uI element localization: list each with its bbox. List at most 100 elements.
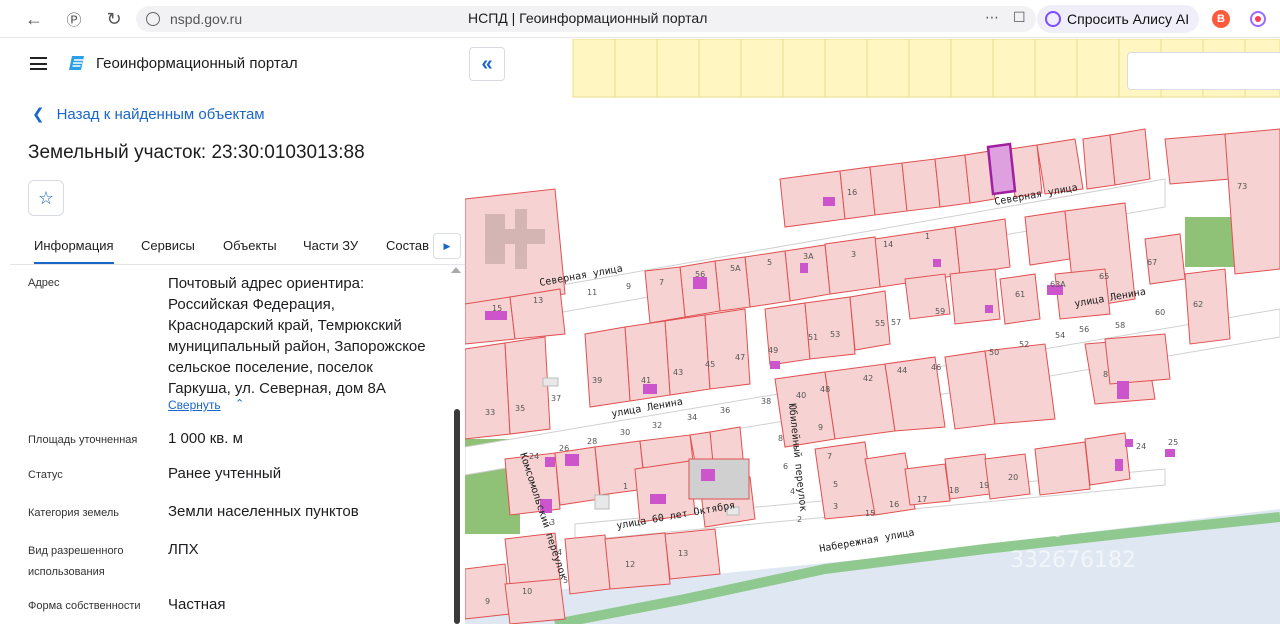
star-icon: ☆ [37, 187, 55, 208]
ask-alice-label: Спросить Алису AI [1067, 11, 1190, 27]
hamburger-menu-icon[interactable] [30, 57, 47, 70]
svg-text:57: 57 [891, 318, 901, 327]
svg-text:17: 17 [917, 495, 927, 504]
watermark-text: ЦИАН [945, 501, 1063, 547]
svg-text:65: 65 [1099, 272, 1109, 281]
svg-text:4: 4 [790, 487, 795, 496]
svg-text:37: 37 [551, 394, 561, 403]
gray-parcel [688, 458, 750, 500]
address-line: муниципальный район, Запорожское [168, 338, 426, 355]
svg-text:18: 18 [949, 486, 959, 495]
ask-alice-button[interactable]: Спросить Алису AI [1037, 5, 1200, 33]
tab-parts[interactable]: Части ЗУ [303, 238, 358, 253]
street-naberezhnaya: Набережная улица [818, 526, 915, 555]
svg-text:54: 54 [1055, 331, 1065, 340]
category-value: Земли населенных пунктов [168, 503, 359, 520]
address-line: Краснодарский край, Темрюкский [168, 317, 402, 334]
svg-text:32: 32 [652, 421, 662, 430]
tab-composition[interactable]: Состав [386, 238, 429, 253]
svg-text:19: 19 [979, 481, 989, 490]
browser-toolbar: ← Ⓟ ↻ nspd.gov.ru НСПД | Геоинформационн… [0, 0, 1280, 38]
address-line: Почтовый адрес ориентира: [168, 275, 365, 292]
svg-text:40: 40 [796, 391, 806, 400]
svg-text:55: 55 [875, 319, 885, 328]
category-label: Категория земель [28, 507, 119, 519]
svg-text:9: 9 [485, 597, 490, 606]
svg-text:24: 24 [529, 452, 539, 461]
chevron-up-icon[interactable]: ⌃ [235, 397, 244, 410]
reload-icon[interactable]: ↻ [97, 4, 131, 34]
tabs-scroll-right-button[interactable]: ▶ [433, 233, 461, 259]
svg-text:73: 73 [1237, 182, 1247, 191]
collapse-panel-button[interactable]: « [469, 47, 505, 81]
yandex-icon[interactable]: Ⓟ [57, 4, 91, 34]
url-text[interactable]: nspd.gov.ru [170, 11, 242, 27]
svg-text:1: 1 [623, 482, 628, 491]
svg-text:5А: 5А [730, 264, 741, 273]
svg-text:24: 24 [1136, 442, 1146, 451]
svg-text:2: 2 [797, 515, 802, 524]
svg-text:4: 4 [557, 548, 562, 557]
object-info-panel: Геоинформационный портал ❮ Назад к найде… [10, 39, 465, 624]
area-label: Площадь уточненная [28, 434, 138, 446]
svg-text:14: 14 [883, 240, 893, 249]
svg-text:46: 46 [931, 363, 941, 372]
svg-text:44: 44 [897, 366, 907, 375]
svg-text:49: 49 [768, 346, 778, 355]
tab-objects[interactable]: Объекты [223, 238, 277, 253]
svg-text:3: 3 [833, 502, 838, 511]
site-info-icon[interactable] [146, 12, 160, 26]
svg-text:10: 10 [522, 587, 532, 596]
svg-text:5: 5 [833, 480, 838, 489]
svg-text:7: 7 [827, 452, 832, 461]
object-tabs: Информация Сервисы Объекты Части ЗУ Сост… [10, 229, 465, 265]
svg-text:39: 39 [592, 376, 602, 385]
scroll-up-arrow-icon[interactable] [451, 267, 461, 273]
status-value: Ранее учтенный [168, 465, 282, 482]
extension-icon[interactable]: В [1212, 10, 1230, 28]
svg-text:60: 60 [1155, 308, 1165, 317]
back-arrow-icon[interactable]: ← [17, 4, 51, 34]
bookmark-icon[interactable]: ☐ [1013, 9, 1026, 26]
address-line: Российская Федерация, [168, 296, 335, 313]
browser-extension-icon[interactable] [1250, 11, 1266, 27]
svg-text:33: 33 [485, 408, 495, 417]
cadastral-map[interactable]: Северная улица Северная улица улица Лени… [465, 39, 1280, 624]
watermark-phone: 332676182 [1010, 548, 1136, 573]
tab-information[interactable]: Информация [34, 238, 114, 264]
app-title: Геоинформационный портал [96, 55, 298, 72]
svg-text:67: 67 [1147, 258, 1157, 267]
svg-text:16: 16 [889, 500, 899, 509]
address-bar-actions: ⋯ ☐ [985, 9, 1026, 26]
selected-parcel[interactable] [986, 142, 1017, 196]
svg-text:6: 6 [783, 462, 788, 471]
collapse-link[interactable]: Свернуть [168, 398, 221, 412]
scrollbar[interactable] [454, 409, 460, 624]
svg-text:9: 9 [626, 282, 631, 291]
svg-text:56: 56 [1079, 325, 1089, 334]
tab-services[interactable]: Сервисы [141, 238, 195, 253]
permitted-use-label-2: использования [28, 566, 105, 578]
svg-text:41: 41 [641, 376, 651, 385]
favorite-button[interactable]: ☆ [28, 180, 64, 216]
svg-text:20: 20 [1008, 473, 1018, 482]
svg-text:12: 12 [625, 560, 635, 569]
svg-text:53: 53 [830, 330, 840, 339]
ownership-value: Частная [168, 596, 226, 613]
address-line: сельское поселение, поселок [168, 359, 373, 376]
svg-text:35: 35 [515, 404, 525, 413]
map-canvas[interactable]: Северная улица Северная улица улица Лени… [465, 39, 1280, 624]
svg-text:52: 52 [1019, 340, 1029, 349]
svg-text:47: 47 [735, 353, 745, 362]
app-header: Геоинформационный портал [10, 39, 465, 89]
permitted-use-label: Вид разрешенного [28, 545, 124, 557]
back-to-results-link[interactable]: ❮ Назад к найденным объектам [32, 105, 265, 124]
svg-text:43: 43 [673, 368, 683, 377]
map-search-input[interactable] [1127, 52, 1280, 90]
more-icon[interactable]: ⋯ [985, 9, 999, 26]
address-line: Гаркуша, ул. Северная, дом 8А [168, 380, 386, 397]
svg-text:50: 50 [989, 348, 999, 357]
svg-text:61: 61 [1015, 290, 1025, 299]
svg-text:8: 8 [1103, 370, 1108, 379]
svg-text:30: 30 [620, 428, 630, 437]
